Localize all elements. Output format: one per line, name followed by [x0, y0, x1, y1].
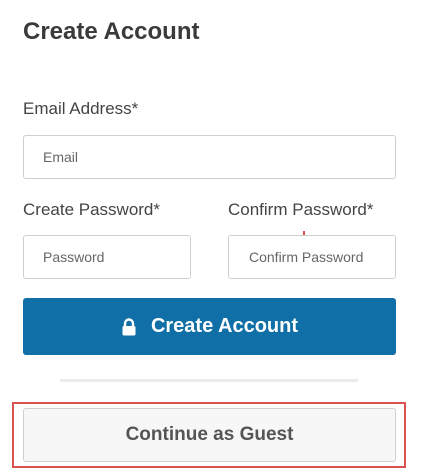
page-title: Create Account — [23, 18, 200, 45]
continue-as-guest-label: Continue as Guest — [125, 424, 294, 445]
create-password-label: Create Password* — [23, 200, 161, 219]
continue-as-guest-button[interactable]: Continue as Guest — [23, 408, 396, 462]
password-field[interactable] — [23, 235, 191, 279]
email-label: Email Address* — [23, 99, 139, 118]
email-field[interactable] — [23, 135, 396, 179]
confirm-password-field[interactable] — [228, 235, 396, 279]
create-account-button[interactable]: Create Account — [23, 298, 396, 355]
confirm-password-label: Confirm Password* — [228, 200, 374, 219]
divider — [60, 379, 358, 382]
create-account-button-label: Create Account — [150, 315, 299, 337]
lock-icon — [121, 317, 137, 336]
